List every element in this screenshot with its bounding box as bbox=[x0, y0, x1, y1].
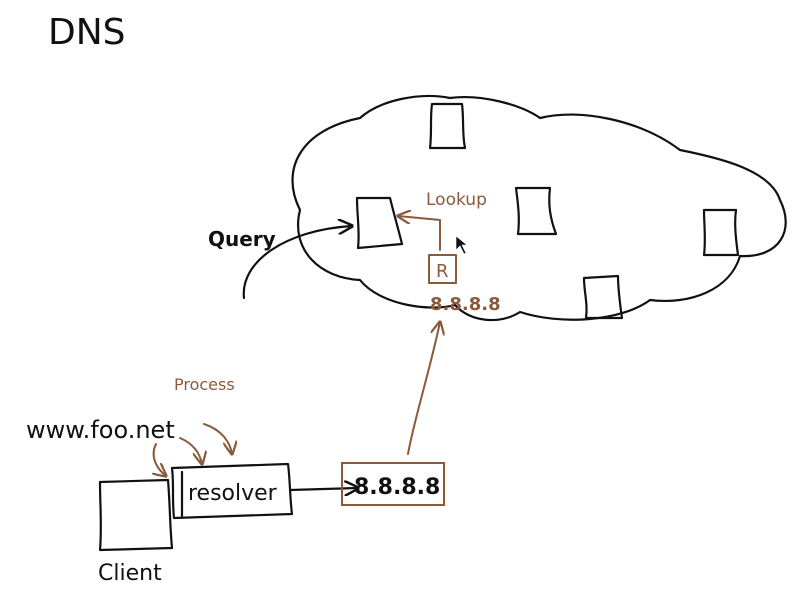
dns-diagram: DNS Query Lookup R 8.8.8.8 Process www.f… bbox=[26, 12, 787, 586]
domain-to-client-arrow bbox=[154, 443, 166, 476]
lookup-label: Lookup bbox=[426, 190, 487, 210]
diagram-title: DNS bbox=[48, 12, 126, 53]
public-dns-ip-label: 8.8.8.8 bbox=[354, 475, 440, 500]
process-label: Process bbox=[174, 375, 235, 394]
mouse-cursor-icon bbox=[455, 235, 468, 255]
dns-cloud bbox=[291, 94, 787, 322]
client-box bbox=[98, 478, 174, 552]
cloud-server-middle bbox=[514, 186, 558, 236]
cloud-server-right bbox=[702, 208, 740, 257]
domain-label: www.foo.net bbox=[26, 416, 175, 444]
process-arrow-1 bbox=[179, 437, 202, 464]
resolver-label: resolver bbox=[188, 481, 278, 506]
process-arrow-2 bbox=[203, 423, 232, 454]
resolver-server-letter: R bbox=[436, 261, 449, 282]
lookup-arrow bbox=[398, 216, 441, 251]
cloud-server-bottom bbox=[582, 274, 624, 320]
client-label: Client bbox=[98, 561, 162, 586]
dns-to-cloud-arrow bbox=[407, 322, 440, 455]
cloud-server-top bbox=[428, 102, 467, 150]
resolver-to-dns-arrow bbox=[288, 488, 358, 490]
cloud-server-left bbox=[355, 196, 404, 250]
query-label: Query bbox=[208, 227, 276, 251]
cloud-ip-label: 8.8.8.8 bbox=[430, 294, 501, 315]
